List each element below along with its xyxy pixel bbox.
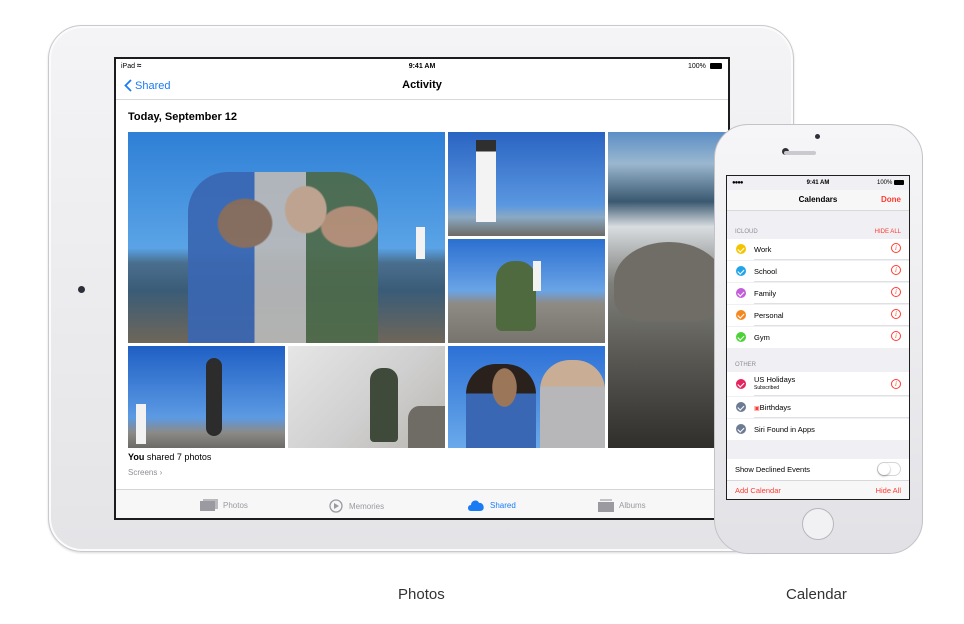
- info-icon[interactable]: i: [891, 265, 901, 275]
- other-section-header: OTHER: [735, 362, 756, 368]
- shared-summary-actor: You: [128, 452, 145, 462]
- tab-memories-label: Memories: [349, 501, 385, 511]
- iphone-sensor: [815, 134, 820, 139]
- shared-summary: You shared 7 photos: [128, 452, 211, 462]
- calendar-row-birthdays[interactable]: ▣Birthdays: [727, 397, 909, 418]
- check-icon: [736, 310, 746, 320]
- battery-icon: [710, 63, 722, 69]
- tab-bar: Photos Memories Shared Albums: [116, 489, 728, 518]
- check-icon: [736, 266, 746, 276]
- calendar-row-personal[interactable]: Personal i: [727, 305, 909, 326]
- photo-woman-jumping[interactable]: [128, 346, 285, 448]
- chevron-right-icon: ›: [159, 468, 163, 477]
- check-icon: [736, 244, 746, 254]
- check-icon: [736, 379, 746, 389]
- iphone-status-battery-text: 100%: [877, 180, 893, 186]
- info-icon[interactable]: i: [891, 287, 901, 297]
- photos-icon: [200, 499, 218, 511]
- declined-events-row: Show Declined Events: [727, 459, 909, 480]
- iphone-speaker: [784, 151, 816, 155]
- declined-events-toggle[interactable]: [877, 462, 901, 476]
- calendars-toolbar: Add Calendar Hide All: [727, 480, 909, 499]
- ipad-camera: [78, 286, 85, 293]
- photo-woman-by-wall[interactable]: [288, 346, 445, 448]
- photo-family-selfie[interactable]: [128, 132, 445, 343]
- info-icon[interactable]: i: [891, 243, 901, 253]
- tab-albums[interactable]: Albums: [598, 499, 646, 512]
- check-icon: [736, 332, 746, 342]
- calendar-label-text: Birthdays: [759, 403, 791, 412]
- caption-calendar: Calendar: [786, 586, 847, 603]
- tab-albums-label: Albums: [619, 501, 646, 510]
- add-calendar-button[interactable]: Add Calendar: [735, 486, 781, 495]
- calendar-label: Family: [754, 289, 777, 298]
- calendar-row-work[interactable]: Work i: [727, 239, 909, 260]
- check-icon: [736, 424, 746, 434]
- hide-all-icloud-button[interactable]: HIDE ALL: [875, 229, 901, 235]
- calendar-label: US Holidays: [754, 375, 796, 384]
- info-icon[interactable]: i: [891, 331, 901, 341]
- photo-woman-on-rocks[interactable]: [448, 239, 605, 343]
- calendar-label: School: [754, 267, 777, 276]
- screens-link[interactable]: Screens ›: [128, 468, 162, 477]
- albums-icon: [598, 499, 614, 512]
- calendar-row-school[interactable]: School i: [727, 261, 909, 282]
- cloud-icon: [468, 500, 484, 511]
- shared-summary-text: shared 7 photos: [144, 452, 212, 462]
- calendar-label: Work: [754, 245, 772, 254]
- tab-photos[interactable]: Photos: [200, 499, 248, 511]
- photo-lighthouse[interactable]: [448, 132, 605, 236]
- iphone-screen: ●●●● 9:41 AM 100% Calendars Done ICLOUD …: [726, 175, 910, 500]
- tab-photos-label: Photos: [223, 500, 248, 510]
- memories-icon: [329, 499, 343, 513]
- ipad-status-time: 9:41 AM: [408, 63, 436, 70]
- hide-all-button[interactable]: Hide All: [876, 486, 901, 495]
- photo-rocks-waves[interactable]: [608, 132, 728, 448]
- calendar-row-siri[interactable]: Siri Found in Apps: [727, 419, 909, 440]
- tab-shared[interactable]: Shared: [467, 499, 516, 511]
- battery-icon: [894, 180, 904, 185]
- calendar-label: ▣Birthdays: [754, 403, 791, 412]
- screens-link-label: Screens: [128, 468, 158, 477]
- calendar-row-gym[interactable]: Gym i: [727, 327, 909, 348]
- nav-title: Activity: [402, 79, 442, 91]
- date-heading: Today, September 12: [128, 111, 238, 123]
- calendar-label: Siri Found in Apps: [754, 425, 815, 434]
- tab-memories[interactable]: Memories: [328, 499, 384, 513]
- home-button[interactable]: [802, 508, 834, 540]
- tab-shared-label: Shared: [490, 500, 516, 510]
- ipad-screen: iPad ≈ 9:41 AM 100% Shared Activity Toda…: [114, 57, 730, 520]
- calendar-label: Personal: [754, 311, 784, 320]
- check-icon: [736, 402, 746, 412]
- done-button[interactable]: Done: [881, 195, 901, 204]
- declined-events-label: Show Declined Events: [735, 465, 811, 474]
- calendars-nav: Calendars Done: [727, 190, 909, 211]
- ipad-status-battery-text: 100%: [688, 63, 706, 70]
- icloud-section-header: ICLOUD: [735, 229, 758, 235]
- check-icon: [736, 288, 746, 298]
- calendar-row-us-holidays[interactable]: US Holidays Subscribed i: [727, 372, 909, 396]
- photo-couple-closeup[interactable]: [448, 346, 605, 448]
- nav-divider: [116, 99, 728, 100]
- info-icon[interactable]: i: [891, 309, 901, 319]
- calendar-sublabel: Subscribed: [754, 385, 780, 391]
- info-icon[interactable]: i: [891, 379, 901, 389]
- calendar-label: Gym: [754, 333, 770, 342]
- caption-photos: Photos: [398, 586, 445, 603]
- calendar-row-family[interactable]: Family i: [727, 283, 909, 304]
